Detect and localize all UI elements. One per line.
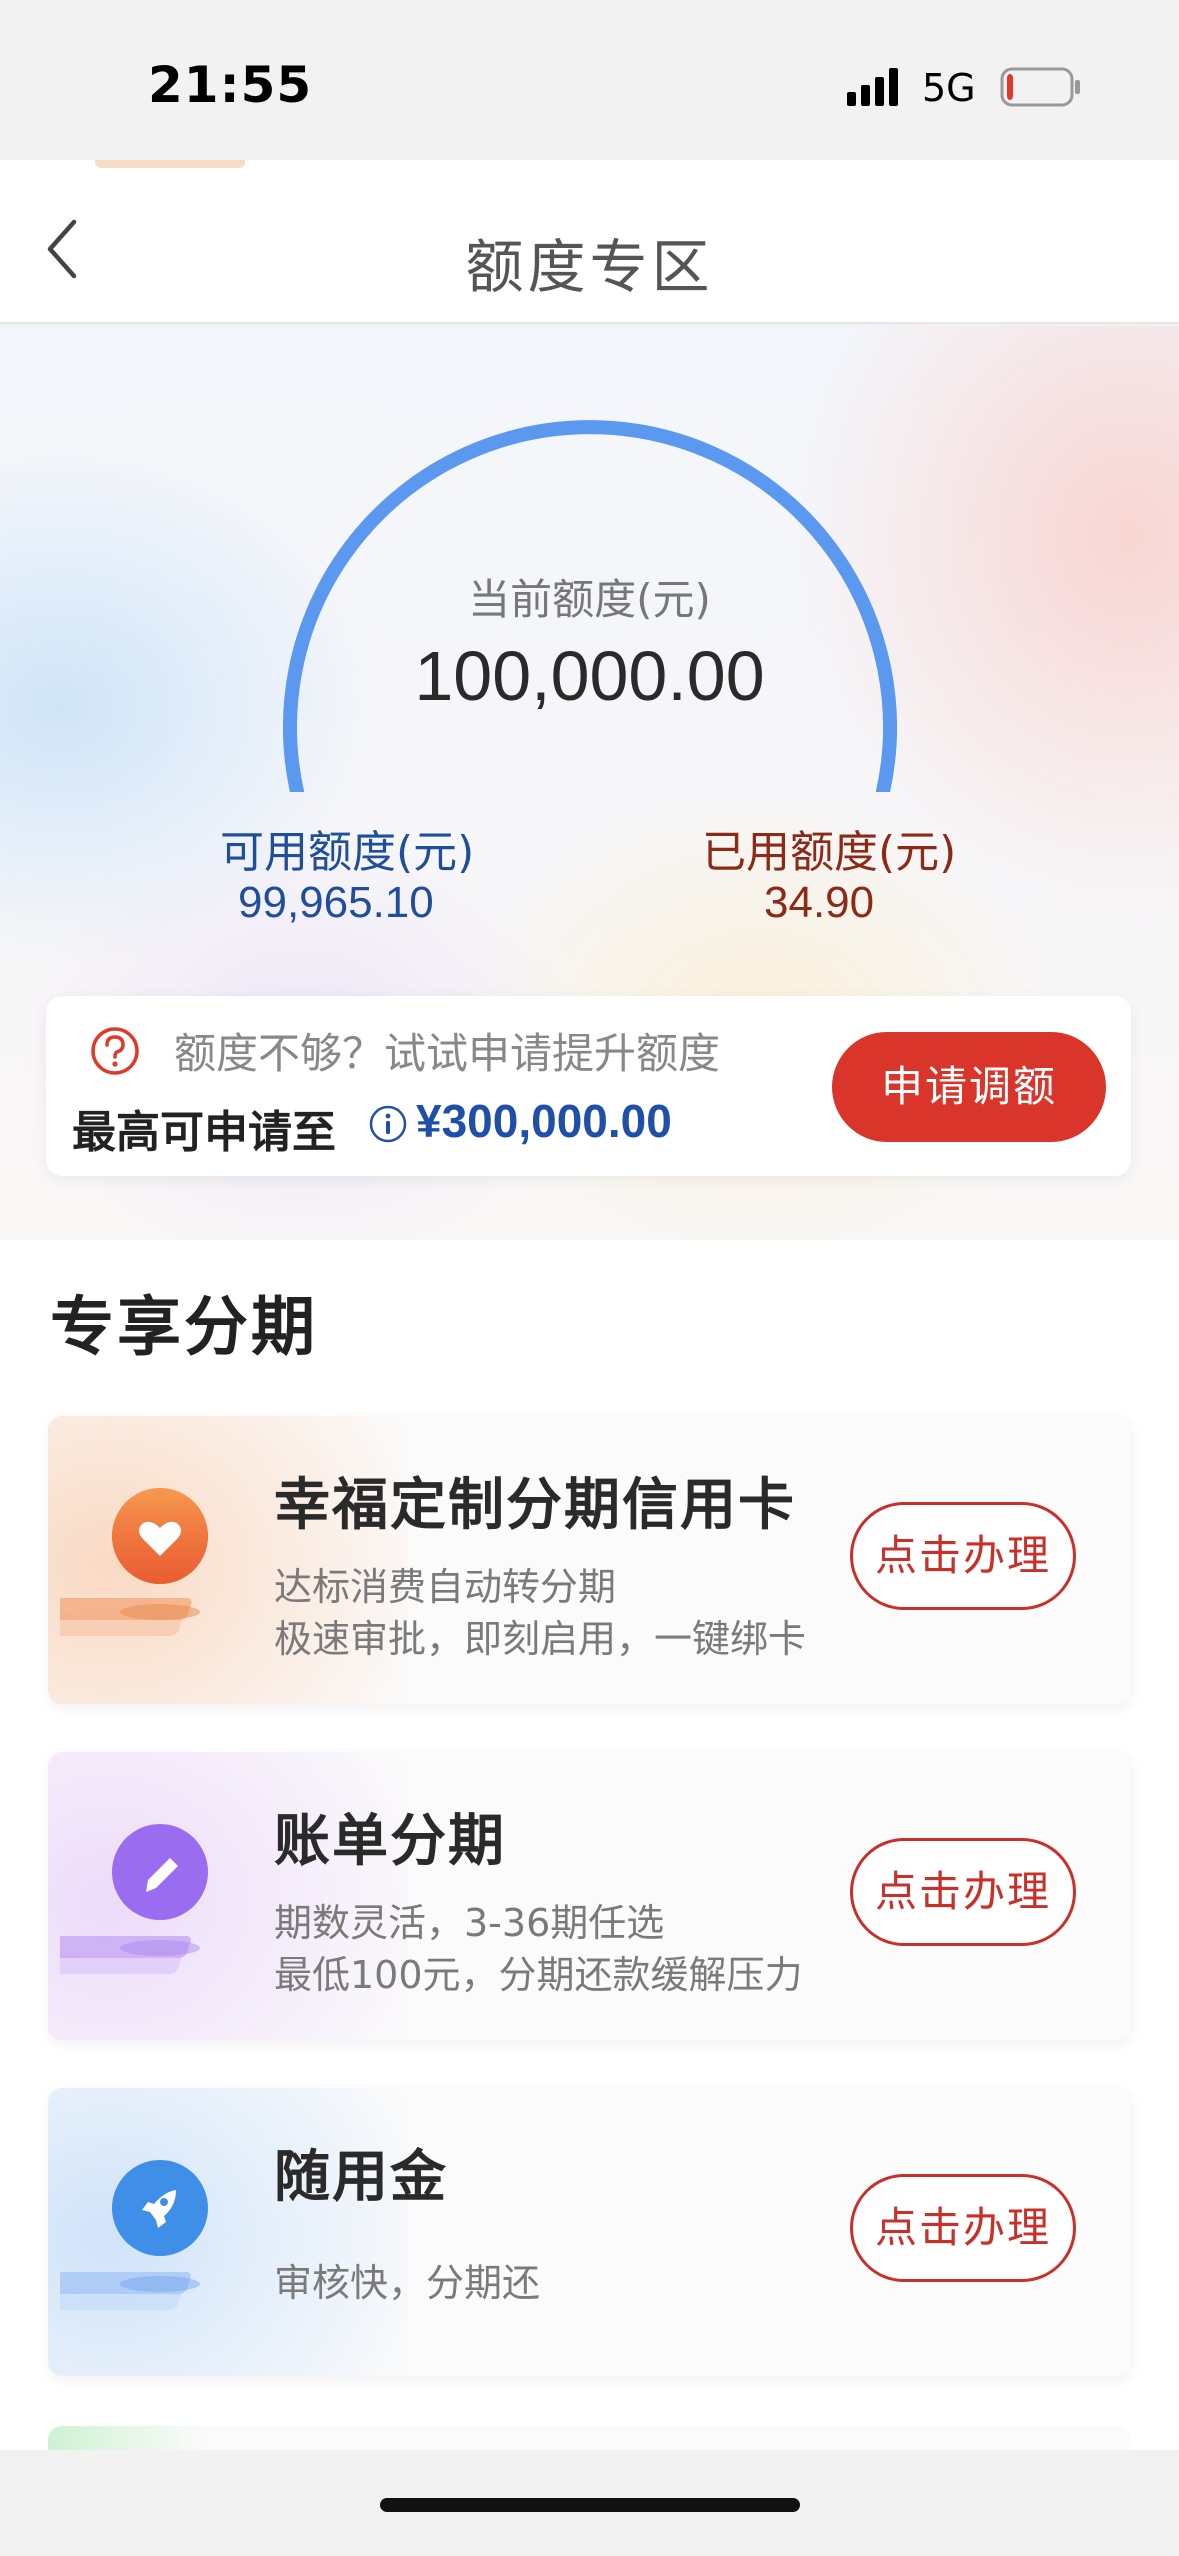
network-label: 5G — [922, 66, 976, 110]
credit-overview: 当前额度(元) 100,000.00 可用额度(元) 99,965.10 已用额… — [0, 326, 1179, 1240]
status-bar: 21:55 5G — [0, 0, 1179, 160]
apply-happiness-card-button[interactable]: 点击办理 — [850, 1502, 1076, 1610]
pencil-icon — [60, 1824, 208, 1974]
available-credit-label: 可用额度(元) — [220, 827, 475, 878]
installment-section: 专享分期 幸福定制分期信用卡 达标消费自动转分期 极速审批，即刻启用，一键绑卡 … — [0, 1240, 1179, 2450]
product-card-happiness-card[interactable]: 幸福定制分期信用卡 达标消费自动转分期 极速审批，即刻启用，一键绑卡 点击办理 — [48, 1416, 1131, 1704]
available-credit-value: 99,965.10 — [238, 878, 434, 927]
status-time: 21:55 — [148, 56, 313, 114]
home-indicator[interactable] — [380, 2498, 800, 2512]
current-credit-label: 当前额度(元) — [468, 575, 711, 624]
product-card-bill-installment[interactable]: 账单分期 期数灵活，3-36期任选 最低100元，分期还款缓解压力 点击办理 — [48, 1752, 1131, 2040]
used-credit-label: 已用额度(元) — [702, 827, 957, 878]
section-title: 专享分期 — [50, 1291, 318, 1365]
nav-bar: 额度专区 — [0, 174, 1179, 324]
home-bar — [0, 2450, 1179, 2556]
product-desc-line: 期数灵活，3-36期任选 — [274, 1901, 665, 1945]
page-title: 额度专区 — [465, 233, 714, 301]
apply-bill-installment-button[interactable]: 点击办理 — [850, 1838, 1076, 1946]
product-desc-line: 达标消费自动转分期 — [274, 1565, 617, 1609]
max-credit-label: 最高可申请至 — [72, 1107, 336, 1158]
product-desc-line: 最低100元，分期还款缓解压力 — [274, 1953, 803, 1997]
product-card-cash-loan[interactable]: 随用金 审核快，分期还 点击办理 — [48, 2088, 1131, 2376]
product-desc-line: 审核快，分期还 — [274, 2261, 541, 2305]
credit-increase-card: 额度不够？试试申请提升额度 最高可申请至 ¥300,000.00 申请调额 — [46, 996, 1131, 1176]
apply-adjustment-button[interactable]: 申请调额 — [832, 1032, 1106, 1142]
product-title: 随用金 — [274, 2145, 448, 2210]
apply-cash-loan-button[interactable]: 点击办理 — [850, 2174, 1076, 2282]
heart-icon — [60, 1488, 208, 1636]
credit-increase-hint: 额度不够？试试申请提升额度 — [174, 1029, 721, 1078]
product-title: 幸福定制分期信用卡 — [274, 1473, 796, 1538]
product-title: 账单分期 — [274, 1809, 506, 1874]
product-card-peek — [48, 2426, 1131, 2450]
battery-icon — [1000, 67, 1080, 107]
info-icon[interactable] — [368, 1104, 408, 1144]
rocket-icon — [60, 2160, 208, 2310]
used-credit-value: 34.90 — [764, 878, 875, 927]
question-circle-icon — [91, 1027, 139, 1075]
product-desc-line: 极速审批，即刻启用，一键绑卡 — [274, 1617, 807, 1661]
signal-icon — [847, 68, 898, 106]
current-credit-value: 100,000.00 — [414, 637, 765, 715]
page-edge — [0, 160, 1179, 174]
max-credit-value: ¥300,000.00 — [416, 1095, 672, 1147]
